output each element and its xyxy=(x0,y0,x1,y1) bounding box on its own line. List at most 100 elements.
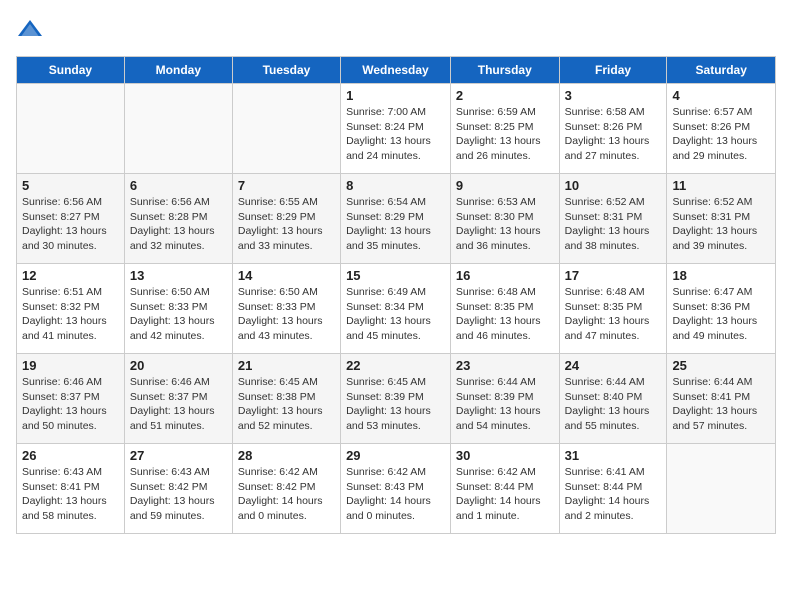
day-number: 1 xyxy=(346,88,445,103)
calendar-header: SundayMondayTuesdayWednesdayThursdayFrid… xyxy=(17,57,776,84)
day-number: 5 xyxy=(22,178,119,193)
day-number: 31 xyxy=(565,448,662,463)
calendar-day-5: 5 Sunrise: 6:56 AM Sunset: 8:27 PM Daylig… xyxy=(17,174,125,264)
weekday-header-saturday: Saturday xyxy=(667,57,776,84)
day-number: 28 xyxy=(238,448,335,463)
day-number: 20 xyxy=(130,358,227,373)
day-info: Sunrise: 6:48 AM Sunset: 8:35 PM Dayligh… xyxy=(456,285,554,344)
day-info: Sunrise: 6:55 AM Sunset: 8:29 PM Dayligh… xyxy=(238,195,335,254)
calendar-day-11: 11 Sunrise: 6:52 AM Sunset: 8:31 PM Dayli… xyxy=(667,174,776,264)
day-info: Sunrise: 6:46 AM Sunset: 8:37 PM Dayligh… xyxy=(130,375,227,434)
day-info: Sunrise: 6:50 AM Sunset: 8:33 PM Dayligh… xyxy=(130,285,227,344)
day-info: Sunrise: 6:57 AM Sunset: 8:26 PM Dayligh… xyxy=(672,105,770,164)
day-info: Sunrise: 6:44 AM Sunset: 8:39 PM Dayligh… xyxy=(456,375,554,434)
weekday-header-monday: Monday xyxy=(124,57,232,84)
calendar-day-empty xyxy=(17,84,125,174)
day-info: Sunrise: 6:44 AM Sunset: 8:40 PM Dayligh… xyxy=(565,375,662,434)
calendar-week-row: 1 Sunrise: 7:00 AM Sunset: 8:24 PM Daylig… xyxy=(17,84,776,174)
calendar-day-empty xyxy=(232,84,340,174)
day-number: 11 xyxy=(672,178,770,193)
day-info: Sunrise: 6:43 AM Sunset: 8:42 PM Dayligh… xyxy=(130,465,227,524)
calendar-day-17: 17 Sunrise: 6:48 AM Sunset: 8:35 PM Dayli… xyxy=(559,264,667,354)
day-number: 2 xyxy=(456,88,554,103)
calendar-day-10: 10Sunrise: 6:52 AM Sunset: 8:31 PM Dayli… xyxy=(559,174,667,264)
day-number: 3 xyxy=(565,88,662,103)
calendar-day-15: 15Sunrise: 6:49 AM Sunset: 8:34 PM Dayli… xyxy=(341,264,451,354)
calendar-day-18: 18 Sunrise: 6:47 AM Sunset: 8:36 PM Dayli… xyxy=(667,264,776,354)
day-number: 21 xyxy=(238,358,335,373)
day-number: 25 xyxy=(672,358,770,373)
day-number: 24 xyxy=(565,358,662,373)
day-number: 22 xyxy=(346,358,445,373)
day-info: Sunrise: 6:41 AM Sunset: 8:44 PM Dayligh… xyxy=(565,465,662,524)
calendar-table: SundayMondayTuesdayWednesdayThursdayFrid… xyxy=(16,56,776,534)
calendar-day-25: 25 Sunrise: 6:44 AM Sunset: 8:41 PM Dayli… xyxy=(667,354,776,444)
calendar-day-4: 4 Sunrise: 6:57 AM Sunset: 8:26 PM Daylig… xyxy=(667,84,776,174)
day-number: 19 xyxy=(22,358,119,373)
calendar-day-12: 12 Sunrise: 6:51 AM Sunset: 8:32 PM Dayli… xyxy=(17,264,125,354)
day-info: Sunrise: 6:42 AM Sunset: 8:42 PM Dayligh… xyxy=(238,465,335,524)
day-number: 4 xyxy=(672,88,770,103)
day-number: 10 xyxy=(565,178,662,193)
day-number: 12 xyxy=(22,268,119,283)
day-number: 9 xyxy=(456,178,554,193)
calendar-day-22: 22 Sunrise: 6:45 AM Sunset: 8:39 PM Dayli… xyxy=(341,354,451,444)
day-info: Sunrise: 6:50 AM Sunset: 8:33 PM Dayligh… xyxy=(238,285,335,344)
day-info: Sunrise: 6:54 AM Sunset: 8:29 PM Dayligh… xyxy=(346,195,445,254)
day-info: Sunrise: 6:43 AM Sunset: 8:41 PM Dayligh… xyxy=(22,465,119,524)
calendar-day-21: 21Sunrise: 6:45 AM Sunset: 8:38 PM Dayli… xyxy=(232,354,340,444)
day-info: Sunrise: 6:51 AM Sunset: 8:32 PM Dayligh… xyxy=(22,285,119,344)
calendar-body: 1 Sunrise: 7:00 AM Sunset: 8:24 PM Daylig… xyxy=(17,84,776,534)
day-number: 16 xyxy=(456,268,554,283)
day-number: 8 xyxy=(346,178,445,193)
day-info: Sunrise: 6:47 AM Sunset: 8:36 PM Dayligh… xyxy=(672,285,770,344)
day-number: 17 xyxy=(565,268,662,283)
day-info: Sunrise: 6:53 AM Sunset: 8:30 PM Dayligh… xyxy=(456,195,554,254)
day-number: 27 xyxy=(130,448,227,463)
weekday-header-friday: Friday xyxy=(559,57,667,84)
calendar-day-19: 19 Sunrise: 6:46 AM Sunset: 8:37 PM Dayli… xyxy=(17,354,125,444)
day-info: Sunrise: 6:44 AM Sunset: 8:41 PM Dayligh… xyxy=(672,375,770,434)
calendar-day-8: 8 Sunrise: 6:54 AM Sunset: 8:29 PM Daylig… xyxy=(341,174,451,264)
logo xyxy=(16,16,48,44)
calendar-day-9: 9 Sunrise: 6:53 AM Sunset: 8:30 PM Daylig… xyxy=(450,174,559,264)
calendar-week-row: 12 Sunrise: 6:51 AM Sunset: 8:32 PM Dayli… xyxy=(17,264,776,354)
day-info: Sunrise: 7:00 AM Sunset: 8:24 PM Dayligh… xyxy=(346,105,445,164)
day-info: Sunrise: 6:56 AM Sunset: 8:27 PM Dayligh… xyxy=(22,195,119,254)
day-info: Sunrise: 6:42 AM Sunset: 8:43 PM Dayligh… xyxy=(346,465,445,524)
day-number: 29 xyxy=(346,448,445,463)
calendar-day-14: 14 Sunrise: 6:50 AM Sunset: 8:33 PM Dayli… xyxy=(232,264,340,354)
calendar-day-27: 27 Sunrise: 6:43 AM Sunset: 8:42 PM Dayli… xyxy=(124,444,232,534)
day-info: Sunrise: 6:46 AM Sunset: 8:37 PM Dayligh… xyxy=(22,375,119,434)
day-number: 7 xyxy=(238,178,335,193)
day-number: 14 xyxy=(238,268,335,283)
weekday-header-sunday: Sunday xyxy=(17,57,125,84)
day-number: 18 xyxy=(672,268,770,283)
calendar-week-row: 19 Sunrise: 6:46 AM Sunset: 8:37 PM Dayli… xyxy=(17,354,776,444)
calendar-day-13: 13 Sunrise: 6:50 AM Sunset: 8:33 PM Dayli… xyxy=(124,264,232,354)
calendar-day-20: 20 Sunrise: 6:46 AM Sunset: 8:37 PM Dayli… xyxy=(124,354,232,444)
day-number: 13 xyxy=(130,268,227,283)
day-info: Sunrise: 6:56 AM Sunset: 8:28 PM Dayligh… xyxy=(130,195,227,254)
day-info: Sunrise: 6:52 AM Sunset: 8:31 PM Dayligh… xyxy=(672,195,770,254)
calendar-day-31: 31 Sunrise: 6:41 AM Sunset: 8:44 PM Dayli… xyxy=(559,444,667,534)
calendar-day-30: 30Sunrise: 6:42 AM Sunset: 8:44 PM Dayli… xyxy=(450,444,559,534)
day-info: Sunrise: 6:58 AM Sunset: 8:26 PM Dayligh… xyxy=(565,105,662,164)
calendar-day-2: 2Sunrise: 6:59 AM Sunset: 8:25 PM Daylig… xyxy=(450,84,559,174)
calendar-day-1: 1 Sunrise: 7:00 AM Sunset: 8:24 PM Daylig… xyxy=(341,84,451,174)
weekday-header-thursday: Thursday xyxy=(450,57,559,84)
day-info: Sunrise: 6:45 AM Sunset: 8:39 PM Dayligh… xyxy=(346,375,445,434)
calendar-day-empty xyxy=(667,444,776,534)
calendar-day-29: 29 Sunrise: 6:42 AM Sunset: 8:43 PM Dayli… xyxy=(341,444,451,534)
calendar-day-6: 6Sunrise: 6:56 AM Sunset: 8:28 PM Daylig… xyxy=(124,174,232,264)
calendar-day-26: 26Sunrise: 6:43 AM Sunset: 8:41 PM Dayli… xyxy=(17,444,125,534)
day-number: 23 xyxy=(456,358,554,373)
weekday-header-row: SundayMondayTuesdayWednesdayThursdayFrid… xyxy=(17,57,776,84)
day-info: Sunrise: 6:48 AM Sunset: 8:35 PM Dayligh… xyxy=(565,285,662,344)
weekday-header-tuesday: Tuesday xyxy=(232,57,340,84)
calendar-day-24: 24 Sunrise: 6:44 AM Sunset: 8:40 PM Dayli… xyxy=(559,354,667,444)
calendar-day-empty xyxy=(124,84,232,174)
calendar-day-16: 16 Sunrise: 6:48 AM Sunset: 8:35 PM Dayli… xyxy=(450,264,559,354)
page-header xyxy=(16,16,776,44)
day-info: Sunrise: 6:42 AM Sunset: 8:44 PM Dayligh… xyxy=(456,465,554,524)
